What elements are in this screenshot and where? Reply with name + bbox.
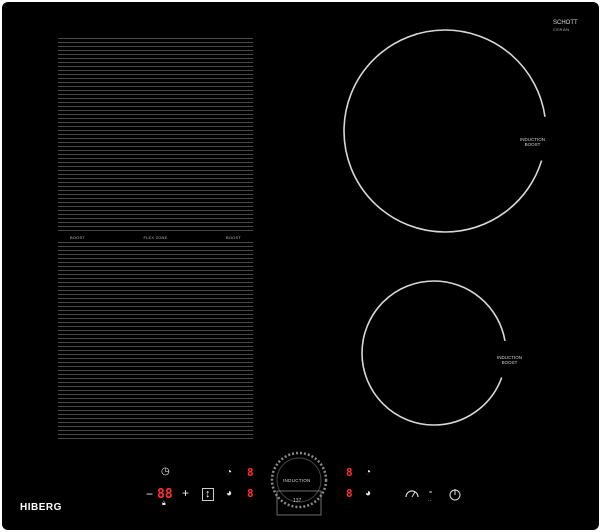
clock-icon[interactable]: ◷ xyxy=(161,467,170,477)
lock-icon[interactable]: 🔒︎ xyxy=(162,500,166,507)
top-right-zone-ring xyxy=(343,29,547,233)
top-right-zone-label: INDUCTION BOOST xyxy=(520,137,545,148)
bridge-icon[interactable]: ↕ xyxy=(202,488,214,501)
center-badge: 137 xyxy=(293,498,302,504)
zone-select-icon-bottom-right[interactable]: ◕ xyxy=(365,489,371,499)
ceran-logo: CERAN xyxy=(553,27,570,32)
zone-level-bottom-left: 8 xyxy=(247,487,254,500)
zone-select-icon-top-right[interactable]: ◔ xyxy=(365,468,371,478)
brand-logo: HIBERG xyxy=(20,502,62,513)
schott-logo: SCHOTT xyxy=(553,20,578,26)
center-slider-label: INDUCTION xyxy=(283,478,311,483)
zone-select-icon-bottom-left[interactable]: ◕ xyxy=(226,489,232,499)
zone-level-top-left: 8 xyxy=(247,466,254,479)
induction-zone-rings xyxy=(270,29,547,516)
timer-minus-button[interactable]: − xyxy=(146,488,153,500)
zone-level-bottom-right: 8 xyxy=(346,487,353,500)
bottom-right-zone-ring xyxy=(361,280,507,426)
zone-level-top-right: 8 xyxy=(346,466,353,479)
zone-select-icon-top-left[interactable]: ◔ xyxy=(226,468,232,478)
bottom-right-zone-label: INDUCTION BOOST xyxy=(497,355,522,366)
keep-warm-value-icon: ·· xyxy=(428,498,432,504)
timer-plus-button[interactable]: + xyxy=(182,487,189,499)
keep-warm-icon[interactable]: ≈ xyxy=(429,490,432,496)
